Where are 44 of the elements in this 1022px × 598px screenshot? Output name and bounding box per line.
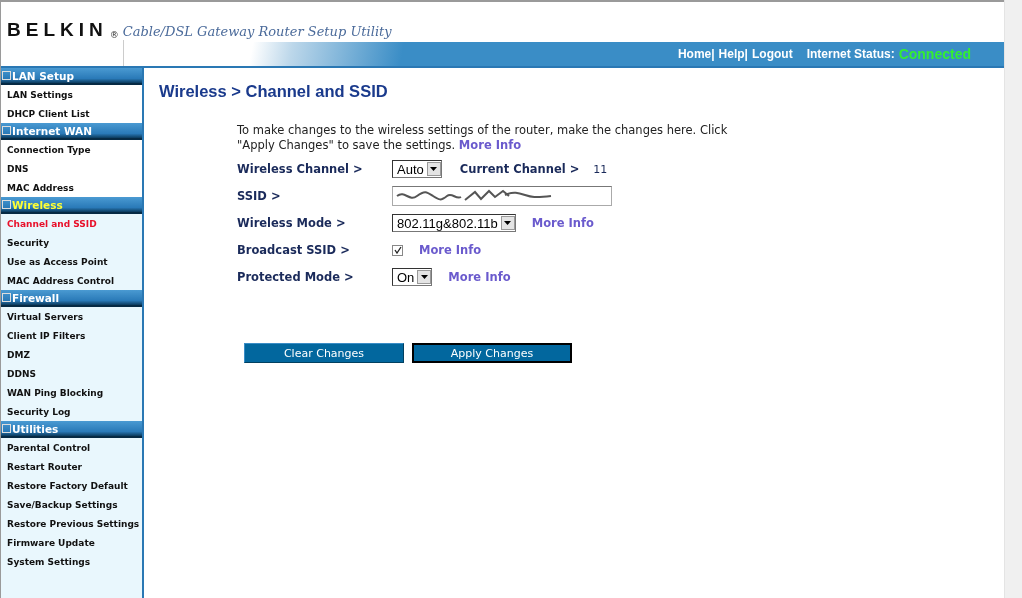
sidebar-item[interactable]: DNS	[1, 159, 142, 178]
more-info-link[interactable]: More Info	[448, 270, 511, 284]
more-info-link[interactable]: More Info	[419, 243, 482, 257]
field-label: SSID >	[237, 189, 282, 203]
more-info-link[interactable]: More Info	[458, 138, 522, 152]
square-icon	[2, 293, 11, 302]
square-icon	[2, 126, 11, 135]
section-header[interactable]: Utilities	[1, 421, 142, 438]
more-info-link[interactable]: More Info	[531, 216, 594, 230]
section-header[interactable]: Wireless	[1, 197, 142, 214]
nav-link[interactable]: Home|	[677, 47, 715, 61]
status-value: Connected	[898, 46, 971, 62]
square-icon	[2, 71, 11, 80]
field-label: Current Channel >	[459, 162, 580, 176]
field-label: Protected Mode >	[237, 270, 355, 284]
intro-text: To make changes to the wireless settings of the router, make the changes here. Click "Apply Changes" to save the settings. More Info	[237, 123, 729, 153]
channel-value: 11	[593, 162, 608, 176]
sidebar-item[interactable]: LAN Settings	[1, 85, 142, 104]
field-label: Broadcast SSID >	[237, 243, 351, 257]
ssid-field[interactable]	[392, 186, 612, 206]
sidebar-item[interactable]: Connection Type	[1, 140, 142, 159]
tagline: Cable/DSL Gateway Router Setup Utility	[121, 24, 392, 41]
section-header[interactable]: Internet WAN	[1, 123, 142, 140]
section-header[interactable]: Firewall	[1, 290, 142, 307]
logo: BELKIN	[7, 20, 108, 42]
field-label: Wireless Mode >	[237, 216, 347, 230]
action-button[interactable]: Clear Changes	[244, 343, 404, 363]
square-icon	[2, 200, 11, 209]
select-field[interactable]: On	[392, 268, 433, 286]
scrollbar[interactable]	[1004, 0, 1022, 598]
registered-mark: ®	[109, 30, 119, 42]
page-title: Wireless > Channel and SSID	[159, 82, 389, 101]
nav-link[interactable]: Help|	[718, 47, 748, 61]
checkbox[interactable]	[392, 244, 403, 256]
select-field[interactable]: Auto	[392, 160, 442, 178]
sidebar-item[interactable]: DHCP Client List	[1, 104, 142, 123]
sidebar-item[interactable]: MAC Address	[1, 178, 142, 197]
section-header[interactable]: LAN Setup	[1, 68, 142, 85]
square-icon	[2, 424, 11, 433]
field-label: Wireless Channel >	[237, 162, 364, 176]
status-label: Internet Status:	[806, 47, 895, 61]
action-button[interactable]: Apply Changes	[412, 343, 572, 363]
select-field[interactable]: 802.11g&802.11b	[392, 214, 516, 232]
nav-link[interactable]: Logout	[752, 47, 793, 61]
